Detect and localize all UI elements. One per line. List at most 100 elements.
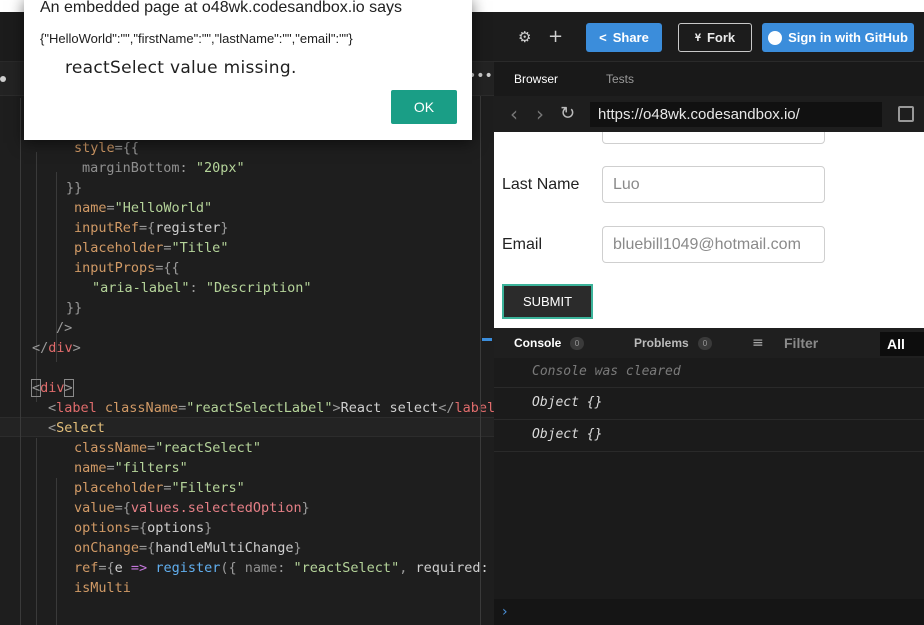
code-token: "reactSelect" [155,440,261,456]
code-line: }} [66,178,82,198]
plus-icon[interactable]: + [548,26,563,47]
code-line: }} [66,298,82,318]
console-input[interactable]: › [494,599,924,625]
code-token: > [332,400,341,416]
code-token: label [454,400,494,416]
code-token: options [74,520,131,536]
tab-tests[interactable]: Tests [606,62,634,96]
code-token: React select [340,400,439,416]
code-line: marginBottom: "20px" [82,158,245,178]
code-line: </div> [32,338,81,358]
indent-guide [36,438,37,625]
code-line: <label className="reactSelectLabel">Reac… [48,398,494,418]
code-token: "filters" [114,460,188,476]
console-cleared-message: Console was cleared [494,358,924,388]
tab-problems[interactable]: Problems [634,328,689,358]
code-token: < [48,400,57,416]
url-input[interactable]: https://o48wk.codesandbox.io/ [590,102,882,127]
editor-scrollbar[interactable] [480,96,481,625]
clear-console-icon[interactable]: ≡ [752,335,764,351]
code-token: "Filters" [171,480,245,496]
code-token: ={ [130,520,148,536]
code-token: > [72,340,81,356]
last-name-input[interactable]: Luo [602,166,825,203]
code-line: name="HelloWorld" [74,198,212,218]
code-token: </ [32,340,49,356]
code-token: name [244,560,278,576]
email-label: Email [502,236,543,253]
code-editor[interactable]: ••• <div><Inputstyle={{marginBottom: "20… [0,62,494,625]
code-token: required: [415,560,489,576]
code-token: options [147,520,205,536]
code-token: inputProps [74,260,156,276]
code-token: value [74,500,115,516]
code-token: = [178,400,187,416]
gear-icon[interactable]: ⚙ [518,28,531,46]
indent-guide [56,478,57,625]
code-token: ({ [220,560,245,576]
code-token: handleMultiChange [155,540,294,556]
sign-in-github-button[interactable]: Sign in with GitHub [762,23,914,52]
code-line: placeholder="Title" [74,238,228,258]
panel-resize-handle[interactable] [482,338,492,341]
code-token: "Description" [205,280,312,296]
code-token: "HelloWorld" [114,200,213,216]
code-token: = [163,480,172,496]
tab-console[interactable]: Console [514,328,561,358]
code-token: = [163,240,172,256]
code-token: > [63,379,74,397]
code-token: className [74,440,148,456]
code-token: ={ [139,220,156,236]
code-line: onChange={handleMultiChange} [74,538,302,558]
fork-icon: Ұ [694,31,701,44]
back-icon[interactable]: ‹ [510,104,518,124]
submit-button[interactable]: SUBMIT [502,284,593,319]
code-line: value={values.selectedOption} [74,498,310,518]
alert-dialog: An embedded page at o48wk.codesandbox.io… [24,0,472,140]
code-token: = [106,460,115,476]
code-line: /> [56,318,72,338]
code-token: ={ [139,540,156,556]
code-token: "reactSelect" [293,560,400,576]
code-line: options={options} [74,518,212,538]
code-token: = [106,200,115,216]
code-line: ref={e => register({ name: "reactSelect"… [74,558,489,578]
code-token: }} [66,300,83,316]
file-modified-dot [0,76,6,82]
filter-input[interactable]: Filter [784,328,818,358]
browser-preview: Browser Tests ‹ › ↻ https://o48wk.codesa… [494,62,924,328]
forward-icon[interactable]: › [536,104,544,124]
first-name-input[interactable] [602,132,825,144]
code-line: isMulti [74,578,131,598]
code-token: : [277,560,294,576]
code-token: ={{ [155,260,180,276]
code-token: </ [438,400,455,416]
code-token: => [130,560,148,576]
code-token: : [179,160,196,176]
console-log-entry[interactable]: Object {} [494,388,924,420]
share-button[interactable]: < Share [586,23,662,52]
last-name-label: Last Name [502,176,580,193]
code-token: ={ [98,560,115,576]
code-token: div [40,380,65,396]
preview-page: Last Name Luo Email bluebill1049@hotmail… [494,132,924,328]
email-input[interactable]: bluebill1049@hotmail.com [602,226,825,263]
log-level-select[interactable]: All [880,332,924,356]
code-token: : [189,280,206,296]
ok-button[interactable]: OK [391,90,457,124]
console-log-entry[interactable]: Object {} [494,420,924,452]
code-token: name [74,200,107,216]
dialog-message: reactSelect value missing. [65,58,297,78]
code-token: values.selectedOption [130,500,302,516]
code-token: "reactSelectLabel" [186,400,333,416]
refresh-icon[interactable]: ↻ [560,104,575,124]
code-token: div [48,340,73,356]
indent-guide [36,152,37,402]
problems-count-badge: 0 [698,337,712,350]
code-token: e [114,560,131,576]
tab-browser[interactable]: Browser [514,62,558,96]
code-token: label [56,400,97,416]
console-tab-bar: Console 0 Problems 0 ≡ Filter All [494,328,924,358]
fork-button[interactable]: Ұ Fork [678,23,752,52]
open-new-window-icon[interactable] [898,106,914,122]
